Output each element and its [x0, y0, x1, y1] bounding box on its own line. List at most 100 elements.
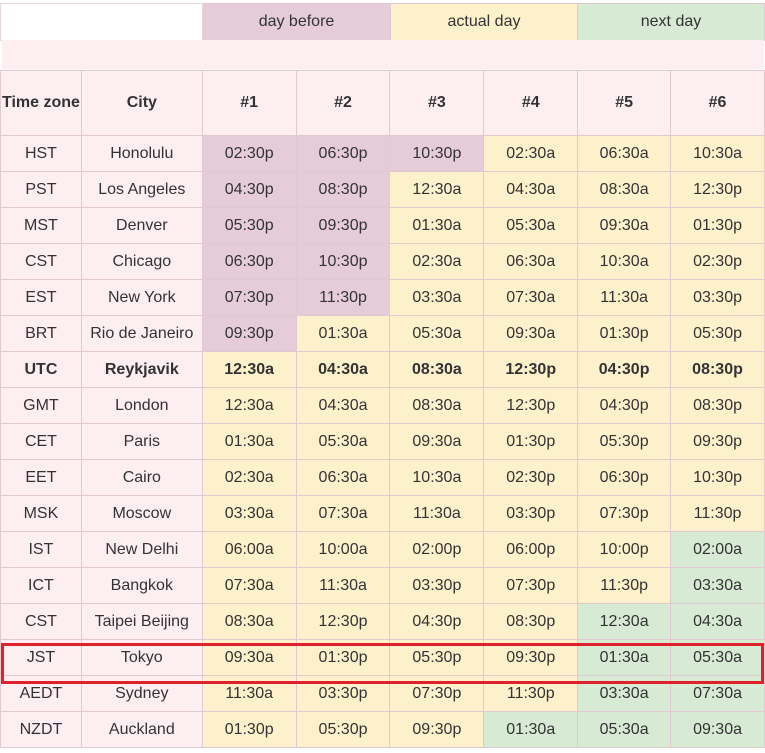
time-cell: 06:30p [201, 243, 297, 280]
time-cell: 07:30a [670, 675, 765, 712]
time-cell: 10:30p [389, 135, 485, 172]
timezone-cell: EET [0, 459, 82, 496]
time-cell: 07:30a [201, 567, 297, 604]
city-cell: Chicago [80, 243, 203, 280]
time-cell: 11:30a [577, 279, 672, 316]
time-cell: 01:30a [483, 711, 579, 748]
time-cell: 12:30p [483, 387, 579, 424]
time-cell: 04:30p [577, 351, 672, 388]
time-cell: 06:30a [295, 459, 391, 496]
timezone-cell: MST [0, 207, 82, 244]
city-cell: Sydney [80, 675, 203, 712]
time-cell: 07:30p [201, 279, 297, 316]
time-cell: 04:30a [483, 171, 579, 208]
table-row: CST Taipei Beijing 08:30a 12:30p 04:30p 08:30… [0, 603, 765, 640]
table-row: PST Los Angeles 04:30p 08:30p 12:30a 04:30a 08… [0, 171, 765, 208]
city-cell: Rio de Janeiro [80, 315, 203, 352]
timezone-cell: GMT [0, 387, 82, 424]
time-cell: 11:30p [577, 567, 672, 604]
time-cell: 08:30p [483, 603, 579, 640]
time-cell: 11:30a [295, 567, 391, 604]
header-slot-4: #4 [483, 70, 579, 136]
time-cell: 01:30a [389, 207, 485, 244]
time-cell: 12:30a [201, 387, 297, 424]
table-row: EST New York 07:30p 11:30p 03:30a 07:30a 11:30… [0, 279, 765, 316]
time-cell: 06:30a [577, 135, 672, 172]
time-cell: 10:30a [389, 459, 485, 496]
time-cell: 05:30a [389, 315, 485, 352]
time-cell: 05:30a [670, 639, 765, 676]
timezone-cell: JST [0, 639, 82, 676]
timezone-cell: ICT [0, 567, 82, 604]
header-row: Time zone City #1 #2 #3 #4 #5 #6 [0, 70, 765, 136]
timezone-cell: AEDT [0, 675, 82, 712]
table-row: ICT Bangkok 07:30a 11:30a 03:30p 07:30p 11:30p… [0, 567, 765, 604]
header-slot-3: #3 [389, 70, 485, 136]
time-cell: 03:30a [389, 279, 485, 316]
time-cell: 04:30a [295, 351, 391, 388]
time-cell: 03:30p [295, 675, 391, 712]
time-cell: 01:30a [577, 639, 672, 676]
city-cell: Tokyo [80, 639, 203, 676]
header-slot-6: #6 [670, 70, 765, 136]
city-cell: Reykjavik [80, 351, 203, 388]
time-cell: 08:30p [670, 387, 765, 424]
timezone-cell: PST [0, 171, 82, 208]
time-cell: 12:30a [389, 171, 485, 208]
time-cell: 07:30a [295, 495, 391, 532]
table-row: BRT Rio de Janeiro 09:30p 01:30a 05:30a 09:30… [0, 315, 765, 352]
time-cell: 06:00p [483, 531, 579, 568]
header-slot-5: #5 [577, 70, 672, 136]
time-cell: 05:30a [577, 711, 672, 748]
time-cell: 05:30p [389, 639, 485, 676]
time-cell: 05:30p [577, 423, 672, 460]
time-cell: 02:30p [483, 459, 579, 496]
time-cell: 08:30a [389, 351, 485, 388]
time-cell: 09:30a [483, 315, 579, 352]
time-cell: 02:30a [201, 459, 297, 496]
city-cell: Paris [80, 423, 203, 460]
time-cell: 09:30p [295, 207, 391, 244]
timezone-cell: CST [0, 243, 82, 280]
header-timezone: Time zone [0, 70, 82, 136]
time-cell: 07:30a [483, 279, 579, 316]
time-cell: 12:30a [577, 603, 672, 640]
time-cell: 10:30p [295, 243, 391, 280]
time-cell: 11:30p [295, 279, 391, 316]
time-cell: 06:30a [483, 243, 579, 280]
time-cell: 09:30a [201, 639, 297, 676]
timezone-cell: CET [0, 423, 82, 460]
legend-spacer [2, 40, 764, 69]
time-cell: 02:30p [670, 243, 765, 280]
time-cell: 02:00p [389, 531, 485, 568]
time-cell: 09:30a [389, 423, 485, 460]
time-cell: 04:30a [295, 387, 391, 424]
city-cell: New Delhi [80, 531, 203, 568]
time-cell: 03:30p [670, 279, 765, 316]
time-cell: 10:30p [670, 459, 765, 496]
time-cell: 06:00a [201, 531, 297, 568]
table-row: IST New Delhi 06:00a 10:00a 02:00p 06:00p 10:0… [0, 531, 765, 568]
table-row: NZDT Auckland 01:30p 05:30p 09:30p 01:30a 05:3… [0, 711, 765, 748]
time-cell: 04:30a [670, 603, 765, 640]
table-row: CET Paris 01:30a 05:30a 09:30a 01:30p 05:30p 09… [0, 423, 765, 460]
city-cell: Cairo [80, 459, 203, 496]
time-cell: 08:30p [295, 171, 391, 208]
city-cell: Bangkok [80, 567, 203, 604]
time-cell: 01:30a [201, 423, 297, 460]
time-cell: 02:30a [483, 135, 579, 172]
time-cell: 11:30p [670, 495, 765, 532]
time-cell: 08:30p [670, 351, 765, 388]
time-cell: 09:30a [670, 711, 765, 748]
time-cell: 07:30p [577, 495, 672, 532]
time-cell: 08:30a [577, 171, 672, 208]
table-row: UTC Reykjavik 12:30a 04:30a 08:30a 12:30p 04:3… [0, 351, 765, 388]
legend-next-day: next day [577, 3, 765, 41]
table-row: MSK Moscow 03:30a 07:30a 11:30a 03:30p 07:30p 1… [0, 495, 765, 532]
timezone-table: Time zone City #1 #2 #3 #4 #5 #6 HST Hono… [0, 70, 765, 748]
time-cell: 11:30a [389, 495, 485, 532]
time-cell: 05:30a [295, 423, 391, 460]
time-cell: 12:30p [295, 603, 391, 640]
time-cell: 10:00a [295, 531, 391, 568]
time-cell: 09:30p [389, 711, 485, 748]
